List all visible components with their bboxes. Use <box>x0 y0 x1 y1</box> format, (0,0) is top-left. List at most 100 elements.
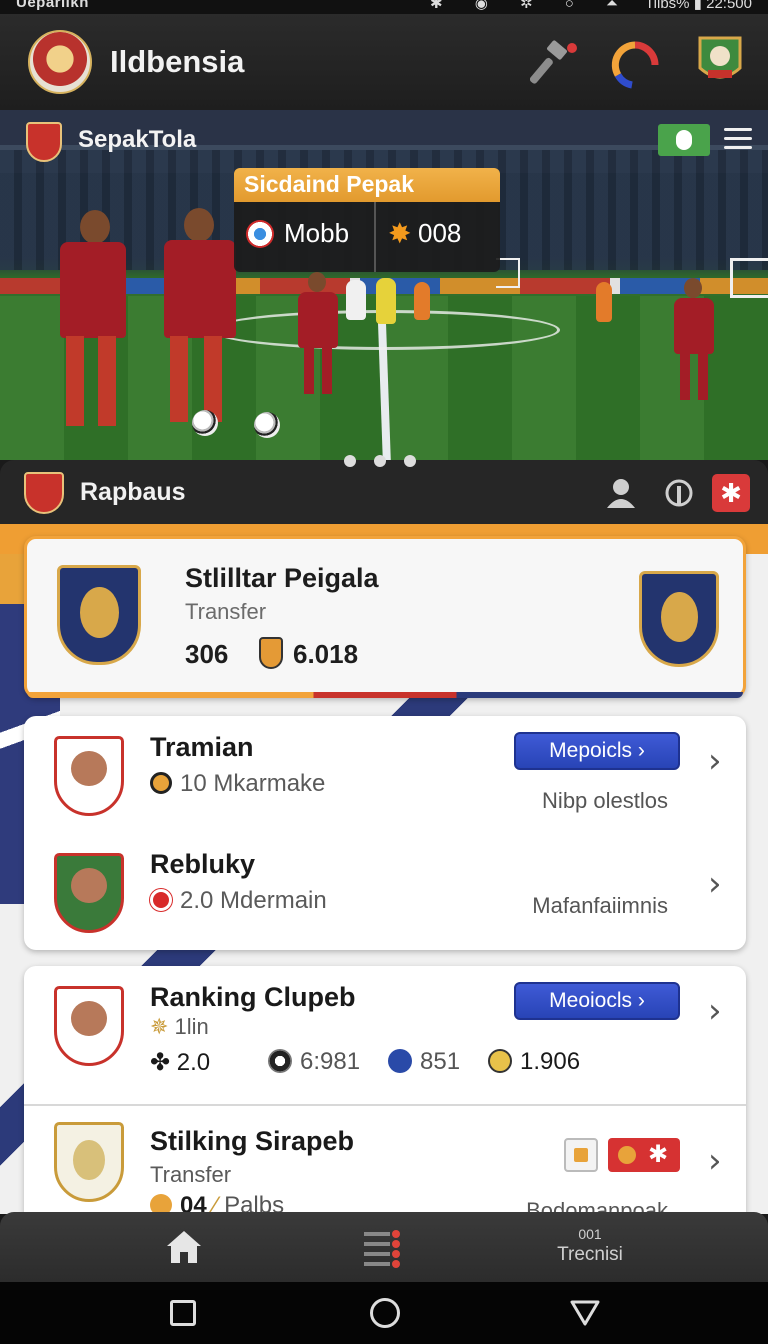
carrier-label: Uepariikn <box>16 0 89 11</box>
chevron-right-icon[interactable]: › <box>708 1144 728 1178</box>
coin-icon <box>150 1194 172 1214</box>
shield-star-icon <box>388 1049 412 1073</box>
chevron-right-icon[interactable]: › <box>708 867 728 901</box>
close-icon[interactable]: ✱ <box>712 474 750 512</box>
puzzle-icon: ✤ <box>150 1049 171 1076</box>
battery-label: Tiibs% <box>645 0 690 12</box>
tab-trecnisi-label: Trecnisi <box>557 1244 623 1265</box>
match-team: Mobb <box>284 218 350 248</box>
user-icon[interactable] <box>604 476 638 510</box>
clock-icon <box>488 1049 512 1073</box>
ranking-card: Ranking Clupeb ✵ 1lin Meoiocls › › ✤ 2.0… <box>24 966 746 1214</box>
player-figure <box>20 210 130 440</box>
home-circle-icon[interactable] <box>370 1298 400 1328</box>
note-icon[interactable] <box>564 1138 598 1172</box>
list-item-meta-text: 2.0 Mdermain <box>180 887 327 914</box>
hero-banner[interactable]: SepakTola Sicdaind Pepak Mobb ✸ 008 <box>0 110 768 460</box>
stats-ring-icon[interactable] <box>610 40 660 90</box>
carousel-dot[interactable] <box>374 455 386 467</box>
featured-value: 6.018 <box>293 639 359 669</box>
alert-button[interactable]: ✱ <box>608 1138 680 1172</box>
meoiocls-button[interactable]: Meoiocls › <box>514 982 680 1020</box>
featured-count: 306 <box>185 639 229 669</box>
home-icon[interactable] <box>164 1228 204 1266</box>
player-figure <box>664 278 724 408</box>
stat-value: 1.906 <box>520 1048 581 1075</box>
player-figure <box>374 270 398 326</box>
stat-item: ✤ 2.0 <box>150 1048 210 1077</box>
menu-icon[interactable] <box>724 128 752 152</box>
player-figure <box>594 274 614 326</box>
status-bar: Uepariikn ✱ ◉ ✲ ○ ⏶ Tiibs% ▮ 22:500 <box>0 0 768 14</box>
player-list-card: Tramian 10 Mkarmake Mepoicls › Nibp oles… <box>24 716 746 950</box>
list-item[interactable]: Tramian 10 Mkarmake Mepoicls › Nibp oles… <box>24 716 746 833</box>
carousel-dot[interactable] <box>344 455 356 467</box>
club-crest-icon <box>639 571 719 667</box>
team-badge-icon[interactable] <box>694 32 746 88</box>
stat-value: 2.0 <box>176 1049 211 1076</box>
boot-icon: ⁄ <box>213 1192 218 1214</box>
section-title: Rapbaus <box>80 478 186 506</box>
region-flag-icon[interactable] <box>658 124 710 156</box>
trophy-icon: ✵ <box>150 1014 175 1039</box>
striking-stats: 04 ⁄ Palbs <box>150 1192 284 1214</box>
tab-trecnisi[interactable]: 001 Trecnisi <box>540 1226 640 1266</box>
featured-accent-bar <box>27 692 743 698</box>
striking-row[interactable]: Stilking Sirapeb Transfer 04 ⁄ Palbs ✱ B… <box>24 1106 746 1214</box>
tab-trecnisi-count: 001 <box>578 1226 602 1242</box>
list-item-meta: 2.0 Mdermain <box>150 887 327 915</box>
striking-label: Palbs <box>224 1192 285 1214</box>
list-item-right-text: Nibp olestlos <box>542 788 668 813</box>
list-item-right-text: Mafanfaiimnis <box>532 893 668 918</box>
featured-card[interactable]: Stlilltar Peigala Transfer 306 6.018 <box>24 536 746 698</box>
status-icons: ✱ ◉ ✲ ○ ⏶ <box>430 0 632 12</box>
match-title: Sicdaind Pepak <box>234 168 500 202</box>
chevron-right-icon[interactable]: › <box>708 994 728 1028</box>
app-title: Ildbensia <box>110 44 245 79</box>
system-nav-bar <box>0 1282 768 1344</box>
featured-title: Stlilltar Peigala <box>185 563 379 593</box>
list-item-meta-text: 10 Mkarmake <box>180 770 326 797</box>
hammer-icon[interactable] <box>530 40 580 90</box>
app-header: Ildbensia <box>0 14 768 110</box>
app-logo <box>28 30 92 94</box>
chevron-right-icon[interactable]: › <box>708 744 728 778</box>
club-crest-icon <box>57 565 141 665</box>
stat-item: 6:981 <box>268 1048 360 1076</box>
player-crest-icon <box>54 736 124 816</box>
bottom-nav: 001 Trecnisi <box>0 1212 768 1282</box>
featured-subtitle: Transfer <box>185 599 267 624</box>
goal-right <box>730 258 768 298</box>
match-score: 008 <box>418 218 462 248</box>
list-item-title: Tramian <box>150 732 254 762</box>
player-figure <box>288 272 348 402</box>
back-triangle-icon[interactable] <box>568 1298 602 1328</box>
refresh-icon[interactable] <box>662 476 696 510</box>
status-right: Tiibs% ▮ 22:500 <box>645 0 752 12</box>
star-icon: ✸ <box>388 218 412 249</box>
list-item[interactable]: Rebluky 2.0 Mdermain Mafanfaiimnis › <box>24 833 746 950</box>
ranking-title: Ranking Clupeb <box>150 982 356 1012</box>
player-figure <box>412 274 432 322</box>
ranking-row[interactable]: Ranking Clupeb ✵ 1lin Meoiocls › › ✤ 2.0… <box>24 966 746 1104</box>
carousel-dots[interactable] <box>344 454 434 472</box>
coin-icon <box>150 772 172 794</box>
striking-title: Stilking Sirapeb <box>150 1126 355 1156</box>
brand-shield-icon <box>26 122 62 162</box>
carousel-dot[interactable] <box>404 455 416 467</box>
recents-square-icon[interactable] <box>170 1300 196 1326</box>
match-score-card[interactable]: Sicdaind Pepak Mobb ✸ 008 <box>234 168 500 272</box>
list-icon[interactable] <box>362 1226 404 1270</box>
club-crest-icon <box>54 1122 124 1202</box>
player-crest-icon <box>54 986 124 1066</box>
clock-label: 22:500 <box>706 0 752 12</box>
ball-icon <box>268 1049 292 1073</box>
hero-brand-title: SepakTola <box>78 126 197 153</box>
section-shield-icon <box>24 472 64 514</box>
list-item-title: Rebluky <box>150 849 256 879</box>
content-area: Stlilltar Peigala Transfer 306 6.018 Tra… <box>0 524 768 1214</box>
striking-value: 04 <box>180 1192 207 1214</box>
red-dot-icon <box>150 889 172 911</box>
soccer-ball <box>192 410 218 436</box>
mepoicls-button[interactable]: Mepoicls › <box>514 732 680 770</box>
